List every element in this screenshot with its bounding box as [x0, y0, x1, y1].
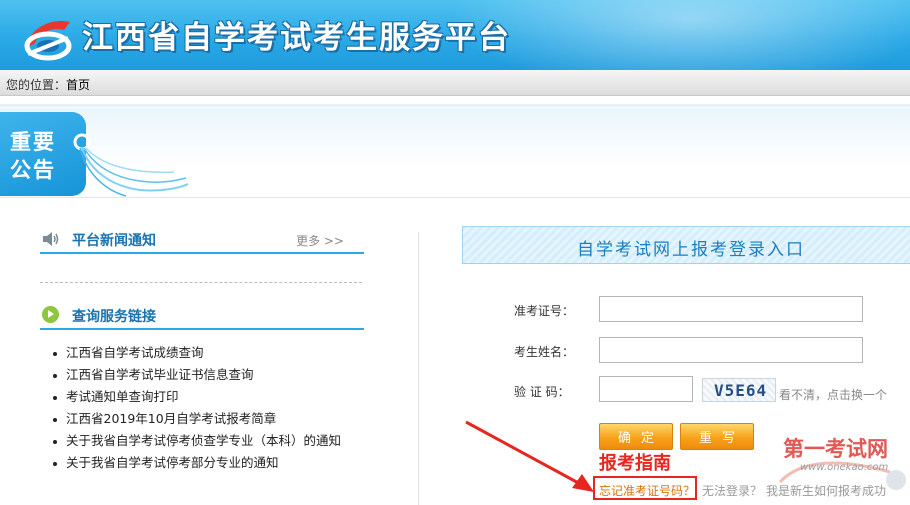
guide-annotation: 报考指南: [599, 453, 671, 474]
service-link-list: 江西省自学考试成绩查询 江西省自学考试毕业证书信息查询 考试通知单查询打印 江西…: [50, 342, 341, 474]
divider-line: [0, 104, 910, 107]
forgot-ticket-link[interactable]: 忘记准考证号码？: [599, 482, 695, 499]
header-banner: 江西省自学考试考生服务平台: [0, 0, 910, 70]
login-title: 自学考试网上报考登录入口: [577, 240, 805, 260]
captcha-image-text: V5E64: [714, 381, 768, 400]
cant-login-link[interactable]: 无法登录？: [702, 482, 762, 499]
red-arrow-icon: [465, 420, 594, 492]
confirm-button[interactable]: 确定: [599, 423, 673, 450]
notice-tag-line1: 重要: [10, 130, 56, 154]
captcha-label: 验 证 码：: [514, 385, 570, 399]
page: 江西省自学考试考生服务平台 您的位置：首页 重要 公告 平台新闻通知 更多 >>: [0, 0, 910, 505]
captcha-refresh-link[interactable]: 看不清，点击换一个: [779, 386, 887, 403]
news-header: 平台新闻通知 更多 >>: [40, 222, 364, 254]
news-section: 平台新闻通知 更多 >>: [40, 222, 364, 254]
candidate-name-input[interactable]: [599, 337, 863, 363]
breadcrumb-label: 您的位置：: [6, 78, 67, 92]
exam-logo-icon: [24, 21, 72, 61]
play-circle-icon: [42, 306, 59, 323]
candidate-name-label: 考生姓名：: [514, 345, 575, 359]
service-link-item[interactable]: 关于我省自学考试停考部分专业的通知: [50, 452, 341, 474]
login-header: 自学考试网上报考登录入口: [462, 226, 910, 264]
breadcrumb-bar: 您的位置：首页: [0, 70, 910, 96]
links-header: 查询服务链接: [40, 298, 364, 330]
service-link-item[interactable]: 江西省自学考试毕业证书信息查询: [50, 364, 341, 386]
captcha-image[interactable]: V5E64: [702, 378, 776, 402]
captcha-input[interactable]: [599, 376, 693, 402]
service-link-item[interactable]: 江西省2019年10月自学考试报考简章: [50, 408, 341, 430]
reset-button[interactable]: 重写: [680, 423, 754, 450]
watermark-text: 第一考试网: [783, 437, 888, 461]
speaker-icon: [43, 232, 59, 246]
ribbon-decoration-icon: [73, 133, 189, 197]
ticket-number-input[interactable]: [599, 296, 863, 322]
service-link-item[interactable]: 江西省自学考试成绩查询: [50, 342, 341, 364]
service-link-item[interactable]: 考试通知单查询打印: [50, 386, 341, 408]
news-more-link[interactable]: 更多 >>: [296, 232, 344, 249]
breadcrumb: 您的位置：首页: [6, 76, 90, 93]
notice-tag-line2: 公告: [10, 158, 56, 182]
ticket-number-label: 准考证号：: [514, 304, 575, 318]
dashed-divider: [40, 282, 362, 283]
breadcrumb-home-link[interactable]: 首页: [66, 78, 90, 92]
service-link-item[interactable]: 关于我省自学考试停考侦查学专业（本科）的通知: [50, 430, 341, 452]
newbie-guide-link[interactable]: 我是新生如何报考成功: [766, 482, 886, 499]
links-title: 查询服务链接: [72, 309, 156, 325]
watermark-url: www.onekao.com: [800, 462, 889, 473]
news-title: 平台新闻通知: [72, 233, 156, 249]
links-section: 查询服务链接: [40, 298, 364, 330]
column-divider: [418, 232, 419, 505]
site-title: 江西省自学考试考生服务平台: [82, 20, 511, 56]
